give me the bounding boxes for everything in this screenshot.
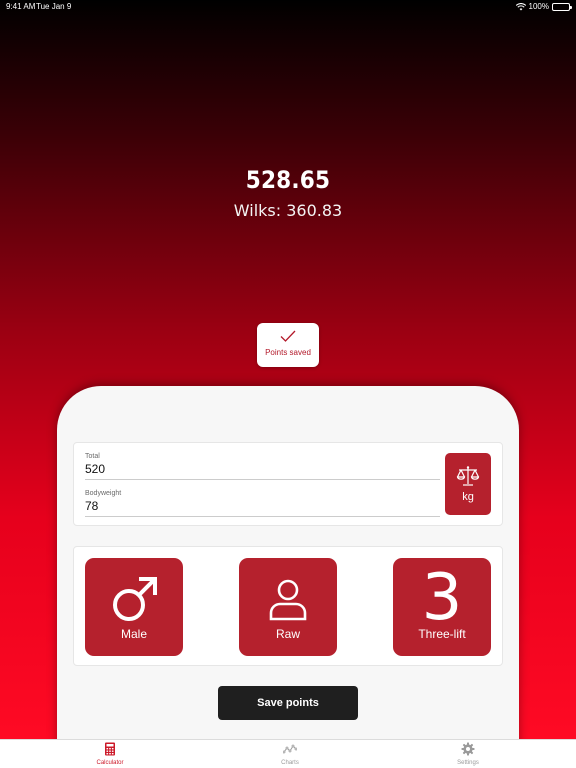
- sex-toggle-button[interactable]: Male: [85, 558, 183, 656]
- tab-label-calculator: Calculator: [96, 760, 124, 766]
- tab-calculator[interactable]: Calculator: [70, 742, 150, 766]
- options-card: Male Raw 3 Three-lift: [73, 546, 503, 666]
- sex-label: Male: [120, 627, 147, 641]
- equipment-label: Raw: [275, 627, 300, 641]
- app-screen: 9:41 AM Tue Jan 9 100% 528.65 Wilks: 360…: [0, 0, 576, 740]
- tab-label-settings: Settings: [457, 760, 479, 766]
- status-right: 100%: [515, 1, 572, 13]
- calculator-sheet: Total 520 Bodyweight 78 kg Male Raw 3 Th…: [57, 386, 519, 740]
- total-underline: [85, 479, 440, 480]
- battery-icon: [552, 3, 572, 11]
- bodyweight-underline: [85, 516, 440, 517]
- total-input[interactable]: 520: [85, 462, 440, 476]
- calculator-icon: [105, 742, 115, 756]
- toast-label: Points saved: [265, 348, 311, 357]
- wilks-score: Wilks: 360.83: [233, 201, 343, 220]
- equipment-toggle-button[interactable]: Raw: [239, 558, 337, 656]
- chart-line-icon: [283, 744, 297, 754]
- total-label: Total: [85, 453, 100, 460]
- total-field[interactable]: Total 520: [85, 453, 440, 480]
- inputs-card: Total 520 Bodyweight 78 kg: [73, 442, 503, 526]
- status-bar: 9:41 AM Tue Jan 9 100%: [0, 0, 576, 14]
- bodyweight-input[interactable]: 78: [85, 499, 440, 513]
- tab-bar: Calculator Charts Settings: [0, 739, 576, 768]
- lift-type-toggle-button[interactable]: 3 Three-lift: [393, 558, 491, 656]
- unit-label: kg: [462, 491, 474, 503]
- lift-label: Three-lift: [418, 627, 466, 641]
- checkmark-icon: [280, 330, 296, 342]
- three-lift-glyph: 3: [421, 561, 463, 635]
- wifi-icon: [515, 3, 526, 11]
- battery-percent: 100%: [528, 2, 549, 11]
- bodyweight-label: Bodyweight: [85, 490, 122, 497]
- status-time: 9:41 AM: [6, 2, 36, 11]
- person-icon: [269, 579, 307, 621]
- points-saved-toast: Points saved: [257, 323, 319, 367]
- save-points-button[interactable]: Save points: [218, 686, 358, 720]
- scale-icon: [456, 466, 480, 486]
- bodyweight-field[interactable]: Bodyweight 78: [85, 490, 440, 517]
- gear-icon: [461, 742, 475, 756]
- points-score: 528.65: [245, 166, 331, 194]
- tab-charts[interactable]: Charts: [250, 742, 330, 766]
- tab-label-charts: Charts: [281, 760, 299, 766]
- unit-toggle-button[interactable]: kg: [445, 453, 491, 515]
- tab-settings[interactable]: Settings: [428, 742, 508, 766]
- status-date: Tue Jan 9: [36, 2, 72, 11]
- male-symbol-icon: [113, 577, 157, 621]
